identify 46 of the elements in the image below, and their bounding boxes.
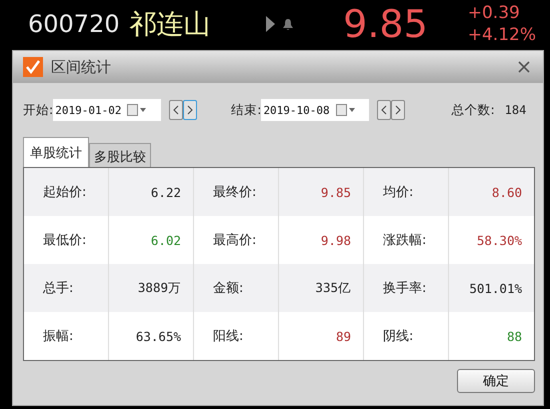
stock-price: 9.85 <box>343 2 428 46</box>
table-cell: 9.85 <box>279 168 364 216</box>
calendar-icon[interactable] <box>336 104 356 116</box>
table-cell: 335亿 <box>279 264 364 312</box>
play-icon[interactable] <box>266 16 276 32</box>
calendar-icon[interactable] <box>127 104 148 116</box>
end-label: 结束: <box>231 102 262 118</box>
next-button[interactable] <box>391 100 406 120</box>
start-date-field[interactable]: 2019-01-02 <box>53 99 162 121</box>
table-cell: 3889万 <box>109 264 194 312</box>
dialog-title: 区间统计 <box>51 58 111 76</box>
table-cell: 6.22 <box>109 168 194 216</box>
chevron-left-icon <box>173 105 180 115</box>
tab[interactable]: 多股比较 <box>89 143 151 167</box>
count-label: 总个数: <box>451 102 495 118</box>
stock-code: 600720 <box>28 10 120 38</box>
chevron-right-icon <box>187 105 194 115</box>
table-cell: 阴线: <box>364 312 449 360</box>
table-cell-text: 88 <box>506 328 523 346</box>
ok-button[interactable]: 确定 <box>457 369 535 393</box>
previous-button[interactable] <box>169 100 184 120</box>
price-change: +0.39 <box>468 2 521 24</box>
bell-icon[interactable] <box>283 18 294 30</box>
table-cell: 63.65% <box>109 312 194 360</box>
table-cell: 89 <box>279 312 364 360</box>
chevron-right-icon <box>395 105 402 115</box>
table-cell: 最终价: <box>194 168 279 216</box>
previous-button[interactable] <box>377 100 392 120</box>
percent-change: +4.12% <box>468 24 536 46</box>
stock-name: 祁连山 <box>130 8 211 42</box>
table-cell-text: 58.30% <box>476 232 523 250</box>
end-date-field[interactable]: 2019-10-08 <box>261 99 370 121</box>
table-cell: 501.01% <box>449 264 534 312</box>
table-cell: 总手: <box>24 264 109 312</box>
chevron-left-icon <box>381 105 388 115</box>
table-cell: 起始价: <box>24 168 109 216</box>
table-cell: 8.60 <box>449 168 534 216</box>
start-label: 开始: <box>23 102 54 118</box>
table-cell: 均价: <box>364 168 449 216</box>
next-button[interactable] <box>183 100 198 120</box>
table-cell: 阳线: <box>194 312 279 360</box>
count-value: 184 <box>504 103 526 117</box>
table-cell: 换手率: <box>364 264 449 312</box>
table-cell: 金额: <box>194 264 279 312</box>
tab[interactable]: 单股统计 <box>23 137 89 167</box>
table-cell: 振幅: <box>24 312 109 360</box>
